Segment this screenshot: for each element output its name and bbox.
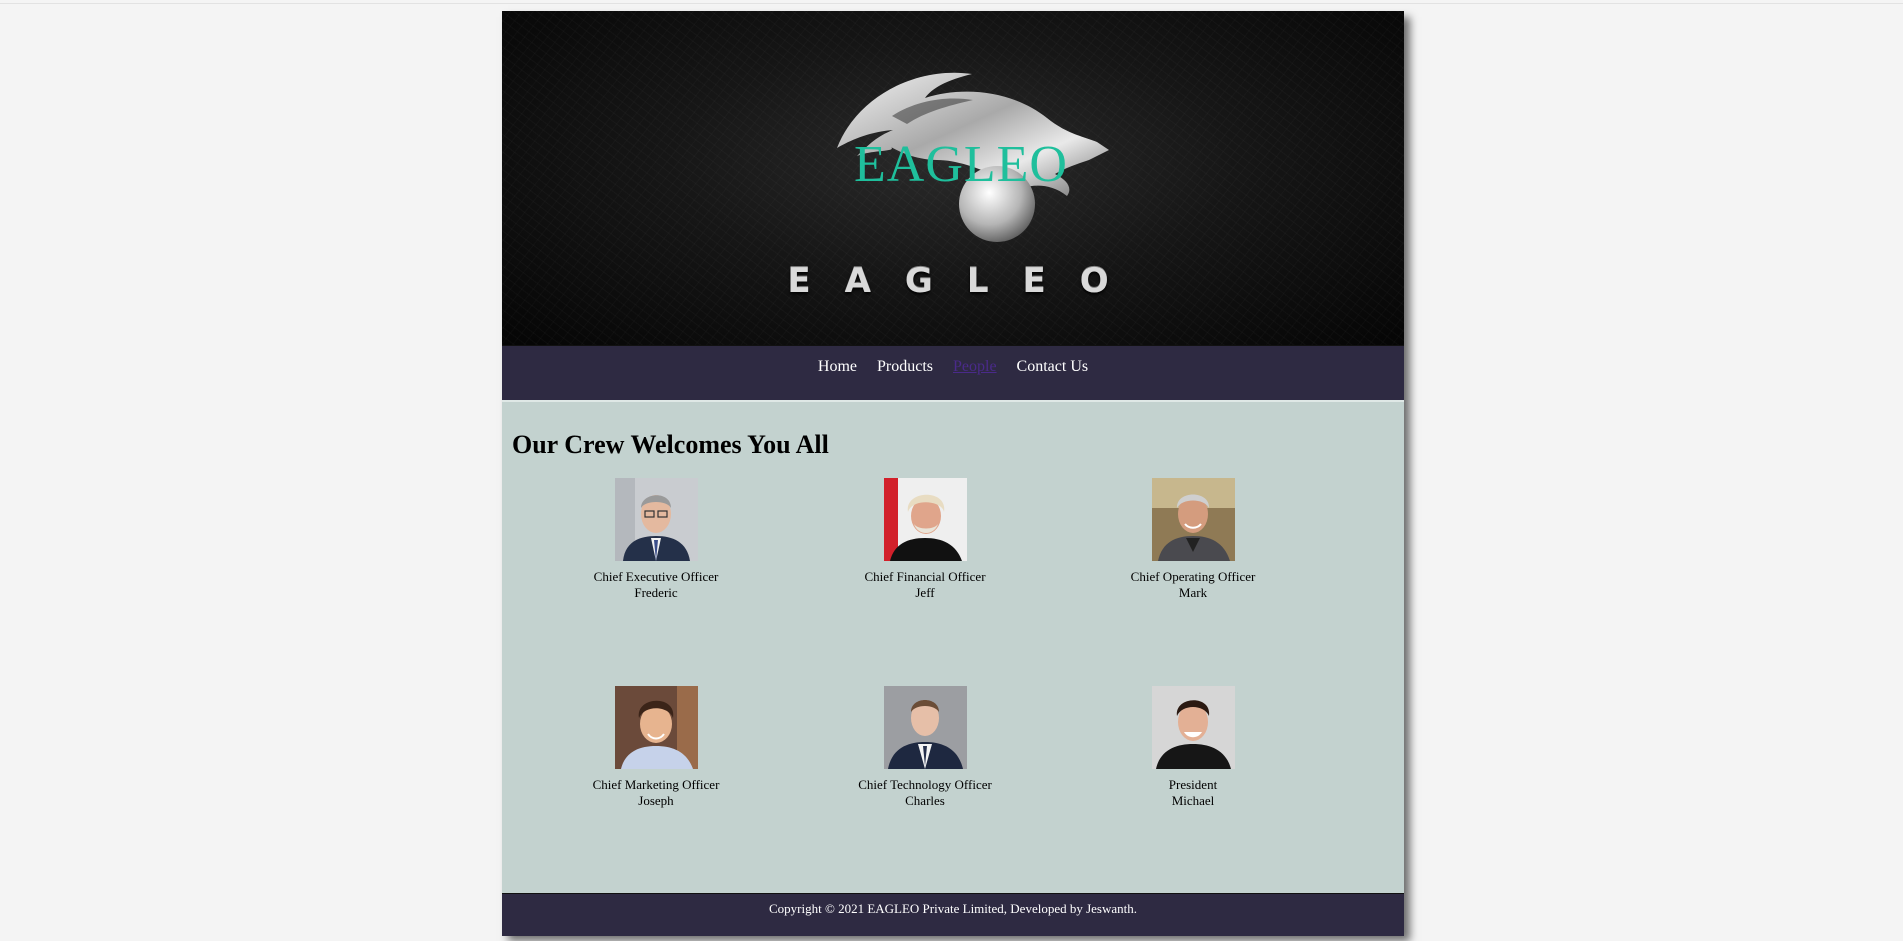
browser-top-border <box>0 3 1903 4</box>
member-role: Chief Executive Officer <box>593 569 719 584</box>
member-name: Frederic <box>634 585 678 600</box>
team-member-card: Chief Executive Officer Frederic <box>566 478 746 601</box>
member-name: Mark <box>1178 585 1208 600</box>
nav-link-products[interactable]: Products <box>877 358 933 375</box>
member-photo <box>1151 686 1235 769</box>
page-container: EAGLEO EAGLEO Home Products People Conta… <box>502 11 1404 936</box>
member-role: Chief Operating Officer <box>1130 569 1256 584</box>
nav-link-people[interactable]: People <box>953 358 997 375</box>
member-name: Jeff <box>915 585 935 600</box>
team-member-card: Chief Operating Officer Mark <box>1103 478 1283 601</box>
crew-section: Our Crew Welcomes You All Chief Executiv… <box>502 400 1404 895</box>
member-name: Joseph <box>638 793 674 808</box>
page-title: Our Crew Welcomes You All <box>512 430 829 459</box>
member-photo <box>883 686 967 769</box>
page-footer: Copyright © 2021 EAGLEO Private Limited,… <box>502 893 1404 936</box>
team-member-card: Chief Technology Officer Charles <box>835 686 1015 809</box>
member-role: Chief Financial Officer <box>864 569 986 584</box>
member-name: Charles <box>905 793 945 808</box>
member-photo <box>883 478 967 561</box>
logo-text: EAGLEO <box>854 136 1068 193</box>
nav-link-contact-us[interactable]: Contact Us <box>1017 358 1089 375</box>
member-name: Michael <box>1171 793 1215 808</box>
member-role: Chief Technology Officer <box>858 777 992 792</box>
nav-link-home[interactable]: Home <box>818 358 857 375</box>
copyright-text: Copyright © 2021 EAGLEO Private Limited,… <box>768 901 1138 916</box>
main-nav: Home Products People Contact Us <box>502 345 1404 400</box>
team-member-card: Chief Marketing Officer Joseph <box>566 686 746 809</box>
brand-wordmark: EAGLEO <box>787 261 1143 301</box>
member-photo <box>614 686 698 769</box>
header-banner: EAGLEO EAGLEO <box>502 11 1404 345</box>
team-member-card: Chief Financial Officer Jeff <box>835 478 1015 601</box>
member-photo <box>1151 478 1235 561</box>
member-role: Chief Marketing Officer <box>592 777 720 792</box>
member-photo <box>614 478 698 561</box>
member-role: President <box>1168 777 1218 792</box>
team-member-card: President Michael <box>1103 686 1283 809</box>
